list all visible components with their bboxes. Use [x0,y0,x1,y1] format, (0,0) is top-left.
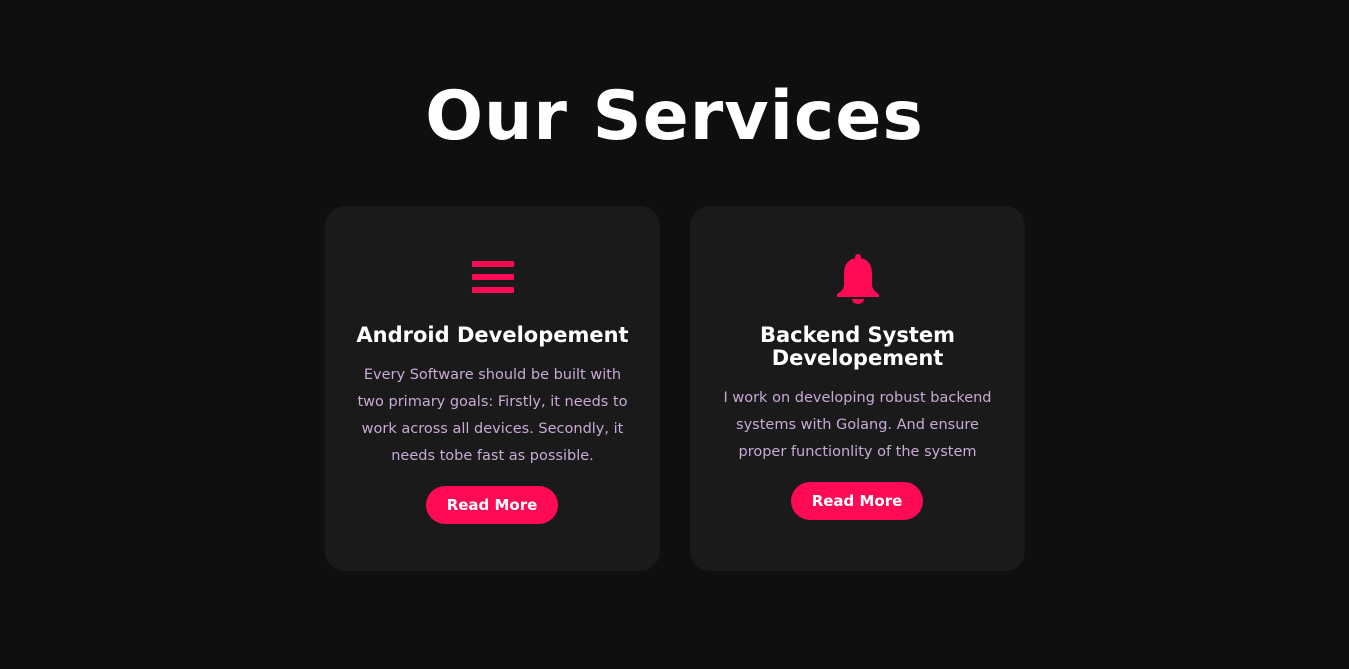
read-more-button[interactable]: Read More [426,486,558,524]
read-more-button[interactable]: Read More [791,482,923,520]
services-section: Our Services Android Developement Every … [0,0,1349,669]
card-description: Every Software should be built with two … [357,367,628,464]
card-description: I work on developing robust backend syst… [723,390,992,460]
service-card-backend: Backend System Developement I work on de… [690,206,1025,571]
bars-icon [325,254,660,302]
page-title: Our Services [425,77,924,156]
card-title: Backend System Developement [759,323,956,370]
bell-icon [690,254,1025,304]
card-title: Android Developement [356,323,629,347]
service-card-android: Android Developement Every Software shou… [325,206,660,571]
